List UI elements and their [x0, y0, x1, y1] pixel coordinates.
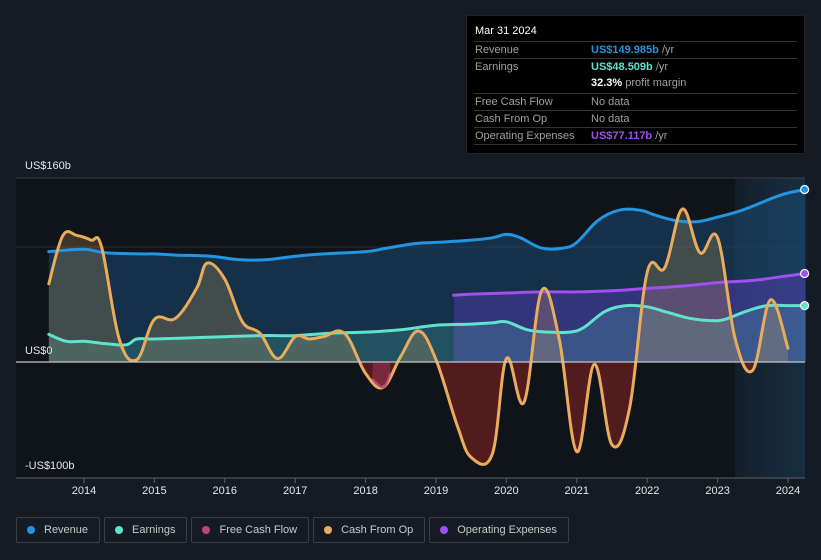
endpoint-earnings — [799, 301, 810, 311]
x-tick-label: 2024 — [775, 485, 801, 497]
legend-item-earnings[interactable]: Earnings — [104, 517, 188, 543]
legend: Revenue Earnings Free Cash Flow Cash From O… — [16, 517, 569, 543]
x-tick-label: 2014 — [71, 485, 97, 497]
tooltip-panel: Mar 31 2024 Revenue US$149.985b /yr Earnin… — [466, 15, 805, 154]
tooltip-row: Earnings US$48.509b /yr — [474, 58, 797, 76]
legend-item-free-cash-flow[interactable]: Free Cash Flow — [191, 517, 310, 543]
x-tick-label: 2016 — [212, 485, 238, 497]
legend-item-revenue[interactable]: Revenue — [16, 517, 101, 543]
endpoint-operating-expenses — [799, 268, 810, 279]
legend-item-operating-expenses[interactable]: Operating Expenses — [429, 517, 569, 543]
y-label-bottom: -US$100b — [25, 460, 75, 472]
x-tick-label: 2018 — [353, 485, 378, 497]
tooltip-row-label: Earnings — [475, 61, 519, 74]
x-tick-label: 2021 — [564, 485, 590, 497]
x-tick-label: 2022 — [634, 485, 660, 497]
tooltip-row-label: Free Cash Flow — [475, 95, 553, 108]
legend-item-cash-from-op[interactable]: Cash From Op — [313, 517, 426, 543]
x-tick-label: 2015 — [142, 485, 167, 497]
tooltip-row: Free Cash Flow No data — [474, 92, 797, 111]
y-label-zero: US$0 — [25, 345, 53, 357]
x-tick-label: 2020 — [494, 485, 519, 497]
legend-label: Earnings — [132, 524, 176, 536]
x-tick-label: 2017 — [282, 485, 308, 497]
tooltip-row-value: No data — [591, 95, 630, 108]
tooltip-row-value: US$77.117b /yr — [591, 130, 668, 142]
legend-label: Free Cash Flow — [219, 524, 298, 536]
legend-label: Revenue — [44, 524, 89, 536]
tooltip-row-value: No data — [591, 112, 630, 125]
legend-dot-icon — [115, 526, 124, 534]
tooltip-row-value: 32.3% profit margin — [591, 77, 687, 90]
legend-dot-icon — [27, 526, 35, 534]
tooltip-row-value: US$48.509b /yr — [591, 61, 669, 74]
tooltip-row: Operating Expenses US$77.117b /yr — [474, 127, 797, 145]
tooltip-date: Mar 31 2024 — [475, 25, 537, 37]
legend-dot-icon — [440, 526, 449, 534]
endpoint-revenue — [799, 184, 810, 195]
legend-label: Operating Expenses — [457, 524, 557, 536]
tooltip-divider — [474, 144, 797, 146]
legend-dot-icon — [324, 526, 333, 534]
tooltip-row: Cash From Op No data — [474, 109, 797, 128]
x-tick-label: 2023 — [705, 485, 730, 497]
legend-label: Cash From Op — [341, 524, 414, 536]
tooltip-row-label: Revenue — [475, 44, 520, 56]
tooltip-row-value: US$149.985b /yr — [591, 44, 675, 56]
legend-dot-icon — [202, 526, 211, 534]
tooltip-row: Revenue US$149.985b /yr — [474, 41, 797, 59]
tooltip-row-label: Cash From Op — [475, 112, 548, 125]
y-label-top: US$160b — [25, 160, 71, 172]
x-tick-label: 2019 — [423, 485, 449, 497]
tooltip-row: 32.3% profit margin — [474, 75, 797, 92]
tooltip-row-label: Operating Expenses — [475, 130, 575, 142]
